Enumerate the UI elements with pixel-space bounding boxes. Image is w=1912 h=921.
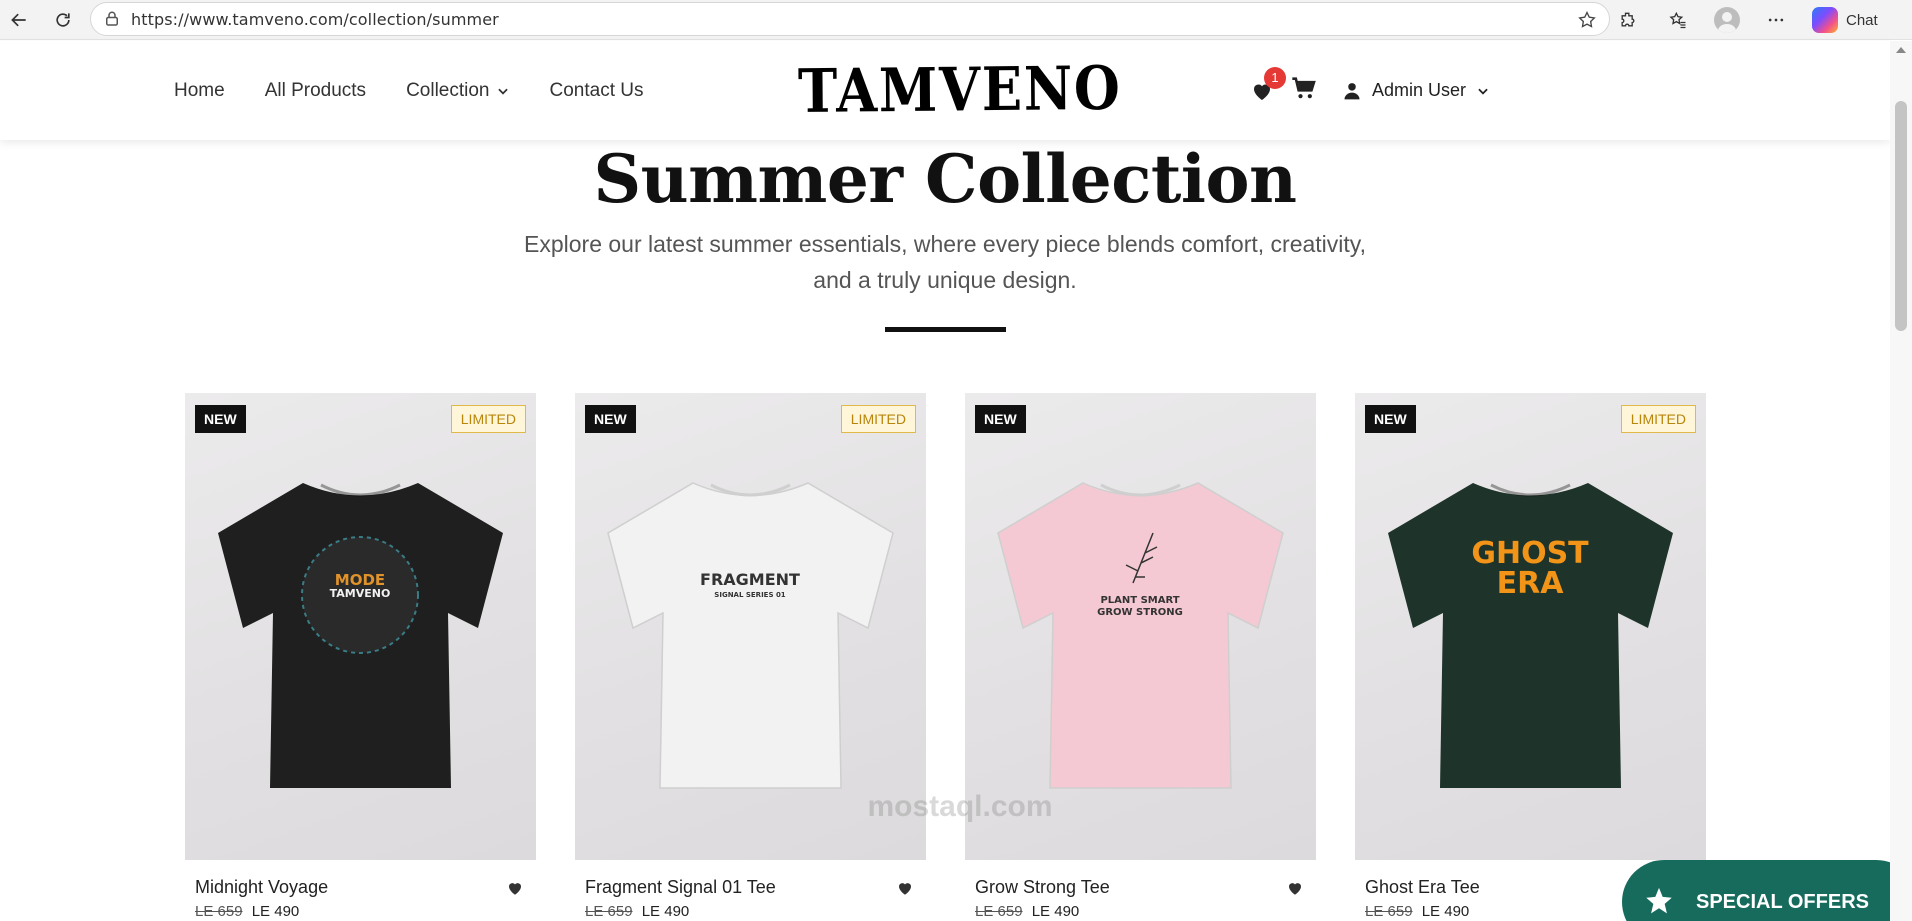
product-image[interactable]: MODE TAMVENO NEW LIMITED xyxy=(185,393,536,860)
address-bar[interactable]: https://www.tamveno.com/collection/summe… xyxy=(90,2,1610,36)
special-offers-label: SPECIAL OFFERS xyxy=(1696,890,1869,913)
page-scrollbar[interactable] xyxy=(1890,41,1912,921)
nav-contact-us[interactable]: Contact Us xyxy=(550,80,644,102)
header-actions: 1 Admin User xyxy=(1248,41,1490,140)
extensions-button[interactable] xyxy=(1614,6,1642,34)
product-name[interactable]: Grow Strong Tee xyxy=(975,877,1110,898)
browser-actions: Chat xyxy=(1614,0,1878,40)
nav-collection-label: Collection xyxy=(406,79,490,101)
site-header: Home All Products Collection Contact Us … xyxy=(0,41,1890,140)
subtitle-line-1: Explore our latest summer essentials, wh… xyxy=(524,231,1366,257)
product-card[interactable]: PLANT SMART GROW STRONG NEW Grow Strong … xyxy=(965,393,1316,920)
title-divider xyxy=(885,327,1006,332)
scrollbar-thumb[interactable] xyxy=(1895,101,1907,331)
back-button[interactable] xyxy=(2,3,36,37)
tshirt-image: PLANT SMART GROW STRONG xyxy=(997,482,1284,789)
wishlist-button[interactable]: 1 xyxy=(1248,66,1286,105)
reload-button[interactable] xyxy=(46,3,80,37)
badge-new: NEW xyxy=(975,405,1026,433)
wishlist-count-badge: 1 xyxy=(1263,66,1286,89)
lock-icon xyxy=(106,11,118,26)
subtitle-line-2: and a truly unique design. xyxy=(813,267,1077,293)
star-burst-icon xyxy=(1646,887,1672,914)
print-text-line-2: TAMVENO xyxy=(330,587,391,600)
badge-limited: LIMITED xyxy=(840,405,916,433)
page-subtitle: Explore our latest summer essentials, wh… xyxy=(520,226,1370,298)
tshirt-image: MODE TAMVENO xyxy=(218,483,503,788)
print-text-line-2: SIGNAL SERIES 01 xyxy=(714,591,786,599)
product-image[interactable]: PLANT SMART GROW STRONG NEW xyxy=(965,393,1316,860)
reload-icon xyxy=(56,13,70,27)
more-menu-button[interactable] xyxy=(1762,6,1790,34)
product-card[interactable]: FRAGMENT SIGNAL SERIES 01 NEW LIMITED Fr… xyxy=(575,393,926,920)
user-menu[interactable]: Admin User xyxy=(1342,80,1490,101)
print-text-line-2: GROW STRONG xyxy=(1097,607,1183,618)
original-price: LE 659 xyxy=(195,903,243,920)
favorites-icon xyxy=(1669,11,1686,29)
browser-toolbar: https://www.tamveno.com/collection/summe… xyxy=(0,0,1912,40)
badge-new: NEW xyxy=(195,405,246,433)
product-name[interactable]: Fragment Signal 01 Tee xyxy=(585,877,776,898)
nav-collection[interactable]: Collection xyxy=(406,80,509,102)
url-text: https://www.tamveno.com/collection/summe… xyxy=(131,9,499,29)
original-price: LE 659 xyxy=(585,903,633,920)
special-offers-button[interactable]: SPECIAL OFFERS xyxy=(1622,860,1912,921)
copilot-chat-label: Chat xyxy=(1846,11,1878,29)
print-text-line-1: PLANT SMART xyxy=(1100,595,1179,606)
profile-avatar[interactable] xyxy=(1714,7,1740,33)
product-card[interactable]: GHOST ERA NEW LIMITED Ghost Era Tee LE 6… xyxy=(1355,393,1706,920)
heart-icon[interactable] xyxy=(1286,879,1304,897)
nav-all-products[interactable]: All Products xyxy=(265,80,366,102)
product-card[interactable]: MODE TAMVENO NEW LIMITED Midnight Voyage… xyxy=(185,393,536,920)
chevron-down-icon xyxy=(497,88,508,95)
brand-logo[interactable]: TAMVENO xyxy=(798,54,1122,127)
print-text-line-1: FRAGMENT xyxy=(700,570,800,589)
heart-icon[interactable] xyxy=(506,879,524,897)
page-title: Summer Collection xyxy=(593,140,1298,218)
arrow-left-icon xyxy=(11,13,26,27)
original-price: LE 659 xyxy=(975,903,1023,920)
print-text-line-2: ERA xyxy=(1497,566,1565,601)
nav-home[interactable]: Home xyxy=(174,80,225,102)
sale-price: LE 490 xyxy=(1421,903,1470,920)
tshirt-image: GHOST ERA xyxy=(1388,483,1673,788)
user-icon xyxy=(1344,82,1360,99)
copilot-icon xyxy=(1812,7,1838,33)
sale-price: LE 490 xyxy=(251,903,300,920)
heart-icon[interactable] xyxy=(896,879,914,897)
scroll-up-arrow[interactable] xyxy=(1896,47,1906,53)
star-icon[interactable] xyxy=(1577,10,1597,30)
product-price: LE 659 LE 490 xyxy=(195,903,299,920)
product-price: LE 659 LE 490 xyxy=(975,903,1079,920)
copilot-chat-button[interactable]: Chat xyxy=(1812,7,1878,33)
original-price: LE 659 xyxy=(1365,903,1413,920)
product-price: LE 659 LE 490 xyxy=(1365,903,1469,920)
more-dots-icon xyxy=(1768,18,1784,22)
product-name[interactable]: Ghost Era Tee xyxy=(1365,877,1480,898)
user-name: Admin User xyxy=(1371,80,1466,100)
tshirt-image: FRAGMENT SIGNAL SERIES 01 xyxy=(607,482,894,789)
badge-new: NEW xyxy=(1365,405,1416,433)
product-image[interactable]: FRAGMENT SIGNAL SERIES 01 NEW LIMITED xyxy=(575,393,926,860)
chevron-down-icon xyxy=(1478,88,1488,95)
sale-price: LE 490 xyxy=(1031,903,1080,920)
badge-new: NEW xyxy=(585,405,636,433)
sale-price: LE 490 xyxy=(641,903,690,920)
favorites-button[interactable] xyxy=(1664,6,1692,34)
badge-limited: LIMITED xyxy=(450,405,526,433)
badge-limited: LIMITED xyxy=(1620,405,1696,433)
main-nav: Home All Products Collection Contact Us xyxy=(174,41,643,140)
puzzle-icon xyxy=(1621,12,1635,27)
product-image[interactable]: GHOST ERA NEW LIMITED xyxy=(1355,393,1706,860)
product-name[interactable]: Midnight Voyage xyxy=(195,877,328,898)
cart-button[interactable] xyxy=(1290,74,1318,107)
product-price: LE 659 LE 490 xyxy=(585,903,689,920)
cart-icon xyxy=(1292,77,1316,99)
